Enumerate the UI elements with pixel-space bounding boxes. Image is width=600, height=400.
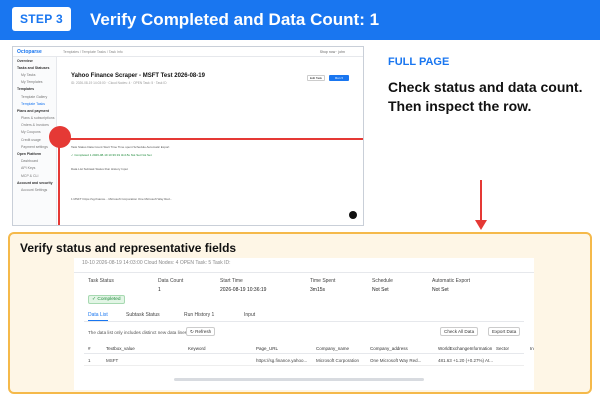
zoom-card: 10-10 2026-08-19 14:03:00 Cloud Nodes: 4… <box>74 258 534 390</box>
sidebar-item[interactable]: Account Settings <box>13 186 56 193</box>
app-top-bar: Octoparse Templates / Template Tasks / T… <box>13 47 363 57</box>
user-menu[interactable]: Shop now · john <box>320 50 345 54</box>
zoom-title: Verify status and representative fields <box>20 241 237 255</box>
stat-time-spent: Time Spent 3m15s <box>310 278 335 293</box>
stat-value: 3m15s <box>310 287 326 293</box>
side-instructions: FULL PAGE Check status and data count. T… <box>388 56 594 116</box>
stat-automatic-export: Automatic Export Not Set <box>432 278 470 293</box>
sidebar-item[interactable]: Templates <box>13 86 56 93</box>
edit-task-button[interactable]: Edit Task <box>307 75 325 81</box>
sidebar-item[interactable]: Template Gallery <box>13 93 56 100</box>
sidebar-item[interactable]: Tasks and Statuses <box>13 64 56 71</box>
breadcrumb[interactable]: Templates / Template Tasks / Task Info <box>63 50 123 54</box>
export-data-button[interactable]: Export Data <box>488 327 521 336</box>
page-title: Yahoo Finance Scraper - MSFT Test 2026-0… <box>71 73 205 79</box>
sidebar-item[interactable]: MCP & CLI <box>13 172 56 179</box>
tab-input[interactable]: Input <box>244 312 255 318</box>
stat-label: Start Time <box>220 278 243 284</box>
tab-bar: Data List Subtask Status Run History 1 I… <box>84 310 524 322</box>
table-cell: 1 <box>88 358 91 363</box>
column-header: Keyword <box>188 346 206 351</box>
stat-value: 2026-08-19 10:36:19 <box>220 287 267 293</box>
arrow-down-icon <box>480 180 482 222</box>
step-badge: STEP 3 <box>12 7 71 31</box>
divider <box>74 272 534 273</box>
sidebar-item[interactable]: Plans & subscriptions <box>13 115 56 122</box>
tab-subtask-status[interactable]: Subtask Status <box>126 312 160 318</box>
sidebar-item[interactable]: Open Platform <box>13 150 56 157</box>
sidebar-item[interactable]: Orders & Invoices <box>13 122 56 129</box>
zoom-panel: Verify status and representative fields … <box>8 232 592 394</box>
sidebar-item[interactable]: Account and security <box>13 179 56 186</box>
stat-value: Not Set <box>432 287 449 293</box>
arrow-head-icon <box>475 220 487 230</box>
banner-title: Verify Completed and Data Count: 1 <box>90 10 380 29</box>
stat-value: Not Set <box>372 287 389 293</box>
column-header: Textbox_value <box>106 346 135 351</box>
sidebar-item[interactable]: My Templates <box>13 79 56 86</box>
task-meta: ID: 2026-08-19 14:03:00 · Cloud Nodes: 4… <box>71 81 167 85</box>
sidebar-item[interactable]: API Keys <box>13 165 56 172</box>
step-banner: STEP 3 Verify Completed and Data Count: … <box>0 0 600 40</box>
full-page-label: FULL PAGE <box>388 56 450 68</box>
stat-value: 1 <box>158 287 161 293</box>
table-cell: 481.63 +1.20 (+0.27%) At... <box>438 358 494 363</box>
stat-data-count: Data Count 1 <box>158 278 183 293</box>
table-row[interactable]: 1 MSFT https://sg.finance.yahoo... Microsof… <box>84 356 524 366</box>
column-header: WorldExchangeInformation <box>438 346 493 351</box>
sidebar-item[interactable]: My Tasks <box>13 71 56 78</box>
sidebar-item[interactable]: Template Tasks <box>13 100 56 107</box>
stat-label: Automatic Export <box>432 278 471 284</box>
highlight-box <box>58 138 363 225</box>
column-header: Company_address <box>370 346 408 351</box>
table-header: # Textbox_value Keyword Page_URL Company_nam… <box>84 344 534 354</box>
check-all-data-button[interactable]: Check All Data <box>440 327 479 336</box>
stat-label: Task Status <box>88 278 114 284</box>
tab-run-history[interactable]: Run History 1 <box>184 312 214 318</box>
horizontal-scrollbar[interactable] <box>174 378 424 381</box>
instruction-line-1: Check status and data count. <box>388 79 583 95</box>
stat-label: Time Spent <box>310 278 336 284</box>
stat-label: Schedule <box>372 278 393 284</box>
chat-bubble-icon[interactable] <box>349 211 357 219</box>
instruction-line-2: Then inspect the row. <box>388 98 532 114</box>
table-cell: MSFT <box>106 358 119 363</box>
cut-header-text: 10-10 2026-08-19 14:03:00 Cloud Nodes: 4… <box>82 260 231 266</box>
refresh-button[interactable]: ↻ Refresh <box>186 327 216 336</box>
app-logo: Octoparse <box>17 49 42 55</box>
stat-label: Data Count <box>158 278 184 284</box>
table-cell: https://sg.finance.yahoo... <box>256 358 308 363</box>
tab-data-list[interactable]: Data List <box>88 312 108 321</box>
sidebar-item[interactable]: Plans and payment <box>13 107 56 114</box>
stat-task-status: Task Status ✓ Completed <box>88 278 125 305</box>
table-cell: One Microsoft Way Red... <box>370 358 422 363</box>
column-header: Sector <box>496 346 510 351</box>
full-page-screenshot: Octoparse Templates / Template Tasks / T… <box>12 46 364 226</box>
column-header: # <box>88 346 91 351</box>
sidebar-item[interactable]: Dashboard <box>13 158 56 165</box>
sidebar-item[interactable]: Payment settings <box>13 143 56 150</box>
click-marker <box>49 126 71 148</box>
stat-start-time: Start Time 2026-08-19 10:36:19 <box>220 278 266 293</box>
run-button[interactable]: Run ▾ <box>329 75 349 81</box>
table-cell: Microsoft Corporation <box>316 358 360 363</box>
data-list-note: The data list only includes distinct new… <box>88 330 188 335</box>
column-header: Industry <box>530 346 534 351</box>
column-header: Company_name <box>316 346 350 351</box>
stat-schedule: Schedule Not Set <box>372 278 393 293</box>
sidebar-item[interactable]: Overview <box>13 57 56 64</box>
status-badge: ✓ Completed <box>88 295 125 304</box>
column-header: Page_URL <box>256 346 279 351</box>
